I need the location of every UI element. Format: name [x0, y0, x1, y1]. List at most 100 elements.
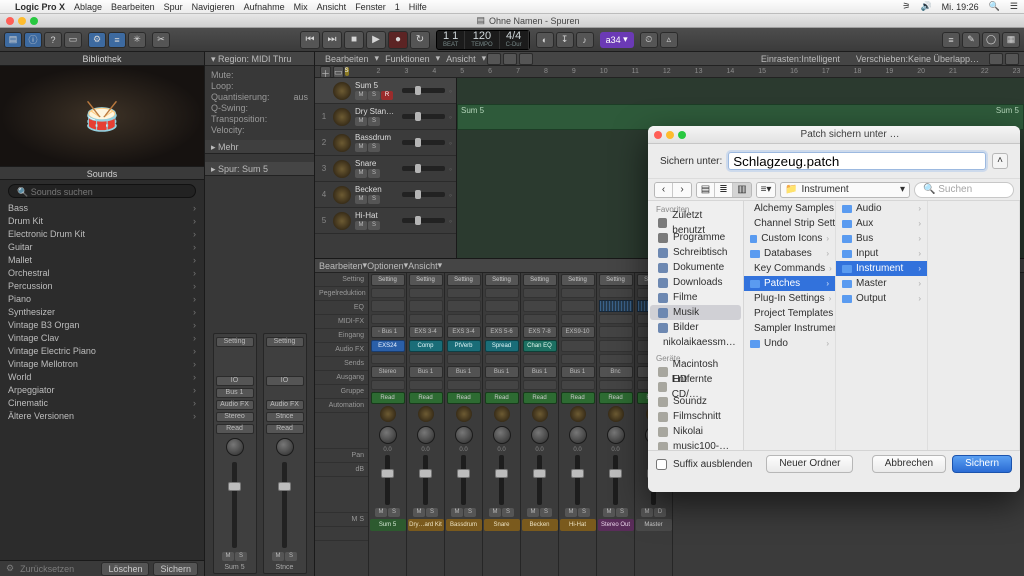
track-volume-slider[interactable] [402, 140, 445, 145]
master-volume-indicator[interactable]: a34 ▾ [600, 32, 634, 48]
strip-fader[interactable] [537, 455, 542, 505]
strip-setting[interactable]: Setting [561, 274, 595, 286]
new-folder-button[interactable]: Neuer Ordner [766, 455, 853, 473]
close-window[interactable] [6, 17, 14, 25]
strip-m-button[interactable]: M [527, 508, 539, 517]
strip-pan-knob[interactable] [607, 426, 625, 444]
browser-row[interactable]: Undo› [744, 336, 835, 351]
browser-row[interactable]: Custom Icons› [744, 231, 835, 246]
sidebar-item[interactable]: Dokumente [650, 260, 741, 275]
strip-setting[interactable]: Setting [371, 274, 405, 286]
dialog-min[interactable] [666, 131, 674, 139]
strip-setting[interactable]: Setting [523, 274, 557, 286]
strip1-automation[interactable]: Read [216, 424, 254, 434]
mixer-edit-menu[interactable]: Bearbeiten [319, 261, 363, 271]
strip-name[interactable]: Snare [484, 519, 520, 531]
strip-input[interactable]: ◦ Bus 1 [371, 326, 405, 338]
strip-automation[interactable]: Read [599, 392, 633, 404]
browser-row[interactable]: Aux› [836, 216, 927, 231]
track-m-button[interactable]: M [355, 117, 367, 126]
sidebar-item[interactable]: Entfernte CD/… [650, 379, 741, 394]
notes-toggle[interactable]: ✎ [962, 32, 980, 48]
strip-midifx[interactable] [371, 314, 405, 324]
strip-eq[interactable] [485, 300, 519, 312]
dialog-close[interactable] [654, 131, 662, 139]
dialog-sidebar[interactable]: Favoriten Zuletzt benutztProgrammeSchrei… [648, 201, 744, 450]
strip-setting[interactable]: Setting [409, 274, 443, 286]
inspector-row[interactable]: Quantisierung:aus [211, 92, 308, 103]
strip-m-button[interactable]: M [641, 508, 653, 517]
ruler-tick[interactable]: 18 [854, 68, 862, 75]
path-dropdown[interactable]: 📁Instrument▾ [780, 182, 910, 198]
strip-pan-knob[interactable] [531, 426, 549, 444]
strip-s-button[interactable]: S [464, 508, 476, 517]
sidebar-item[interactable]: Bilder [650, 320, 741, 335]
strip2-output[interactable]: Stnce [266, 412, 304, 422]
strip-d-button[interactable]: D [654, 508, 666, 517]
column-3[interactable] [928, 201, 1020, 450]
strip-sends[interactable] [371, 354, 405, 364]
menubar-clock[interactable]: Mi. 19:26 [942, 2, 979, 12]
toolbar-toggle[interactable]: ▭ [64, 32, 82, 48]
inspector-strip-1[interactable]: Setting IO Bus 1 Audio FX Stereo Read MS… [213, 333, 257, 574]
inspector-row[interactable]: Q-Swing: [211, 103, 308, 114]
strip-name[interactable]: Dry…ard Kit [408, 519, 444, 531]
track-m-button[interactable]: M [355, 221, 367, 230]
track-s-button[interactable]: S [368, 195, 380, 204]
app-name[interactable]: Logic Pro X [15, 2, 65, 12]
ruler-tick[interactable]: 5 [460, 68, 464, 75]
browser-row[interactable]: Patches› [744, 276, 835, 291]
strip-input[interactable]: EXS9-10 [561, 326, 595, 338]
strip-name[interactable]: Becken [522, 519, 558, 531]
library-list[interactable]: Bass›Drum Kit›Electronic Drum Kit›Guitar… [0, 202, 204, 560]
view-switcher[interactable]: ▤≣▥ [696, 182, 752, 198]
track-s-button[interactable]: S [368, 221, 380, 230]
nav-back-forward[interactable]: ‹› [654, 182, 692, 198]
menu-ansicht[interactable]: Ansicht [317, 2, 347, 12]
zoom-v[interactable] [1005, 53, 1019, 65]
strip1-output[interactable]: Stereo [216, 412, 254, 422]
track-s-button[interactable]: S [368, 117, 380, 126]
strip-input[interactable]: EXS 7-8 [523, 326, 557, 338]
inspector-row[interactable]: Mute: [211, 70, 308, 81]
browser-row[interactable]: Audio› [836, 201, 927, 216]
editors-toggle[interactable]: ✳ [128, 32, 146, 48]
strip-fader[interactable] [613, 455, 618, 505]
strip-s-button[interactable]: S [540, 508, 552, 517]
strip2-setting[interactable]: Setting [266, 337, 304, 347]
library-item[interactable]: Percussion› [0, 280, 204, 293]
menu-hilfe[interactable]: Hilfe [409, 2, 427, 12]
strip-sends[interactable] [599, 354, 633, 364]
strip-output[interactable]: Bus 1 [447, 366, 481, 378]
strip1-solo[interactable]: S [235, 552, 247, 561]
tracks-functions-menu[interactable]: Funktionen [379, 54, 436, 64]
scissors-tool[interactable]: ✂ [152, 32, 170, 48]
strip-midifx[interactable] [409, 314, 443, 324]
strip-setting[interactable]: Setting [599, 274, 633, 286]
browser-row[interactable]: Channel Strip Settings› [744, 216, 835, 231]
library-item[interactable]: Electronic Drum Kit› [0, 228, 204, 241]
strip-setting[interactable]: Setting [485, 274, 519, 286]
track-s-button[interactable]: S [368, 169, 380, 178]
ruler-tick[interactable]: 8 [544, 68, 548, 75]
track-m-button[interactable]: M [355, 143, 367, 152]
strip2-solo[interactable]: S [285, 552, 297, 561]
strip-fader[interactable] [461, 455, 466, 505]
ruler-tick[interactable]: 3 [404, 68, 408, 75]
ruler-tick[interactable]: 16 [790, 68, 798, 75]
browser-row[interactable]: Databases› [744, 246, 835, 261]
strip-name[interactable]: Bassdrum [446, 519, 482, 531]
strip1-fader[interactable] [232, 462, 237, 548]
sidebar-item[interactable]: Musik [650, 305, 741, 320]
minimize-window[interactable] [18, 17, 26, 25]
catch-button[interactable] [519, 53, 533, 65]
strip-s-button[interactable]: S [502, 508, 514, 517]
strip-s-button[interactable]: S [388, 508, 400, 517]
strip-midifx[interactable] [561, 314, 595, 324]
strip-m-button[interactable]: M [565, 508, 577, 517]
track-header[interactable]: 3 SnareMS ◦ [315, 156, 456, 182]
library-item[interactable]: Arpeggiator› [0, 384, 204, 397]
strip-s-button[interactable]: S [578, 508, 590, 517]
group-menu[interactable]: ≡▾ [756, 182, 776, 198]
strip1-setting[interactable]: Setting [216, 337, 254, 347]
